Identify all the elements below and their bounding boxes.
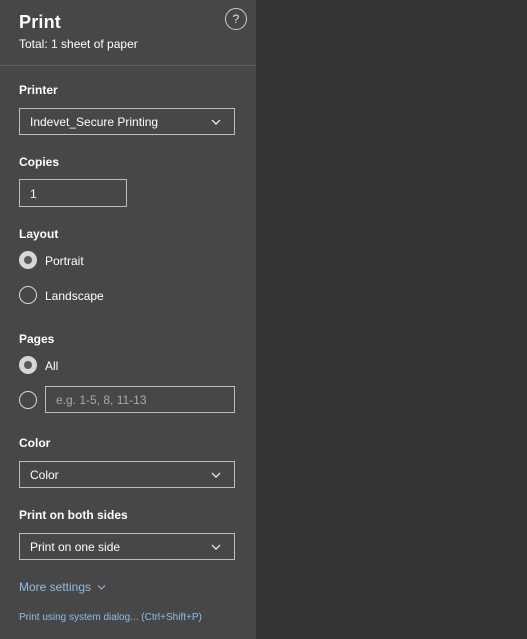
copies-value: 1 <box>30 187 37 201</box>
pages-all-radio[interactable] <box>19 356 37 374</box>
page-title: Print <box>19 12 62 32</box>
printer-value: Indevet_Secure Printing <box>30 115 159 129</box>
print-preview-area <box>256 0 527 639</box>
duplex-select[interactable]: Print on one side <box>19 533 235 560</box>
printer-label: Printer <box>19 83 58 97</box>
system-dialog-link[interactable]: Print using system dialog... (Ctrl+Shift… <box>19 612 202 623</box>
color-select[interactable]: Color <box>19 461 235 488</box>
divider <box>0 65 256 66</box>
layout-label: Layout <box>19 227 59 241</box>
sheet-count: Total: 1 sheet of paper <box>19 37 138 51</box>
chevron-down-icon <box>211 472 221 478</box>
pages-custom-radio[interactable] <box>19 391 37 409</box>
printer-select[interactable]: Indevet_Secure Printing <box>19 108 235 135</box>
chevron-down-icon <box>211 119 221 125</box>
print-settings-panel: Print Total: 1 sheet of paper ? Printer … <box>0 0 256 639</box>
color-label: Color <box>19 436 51 450</box>
color-value: Color <box>30 468 59 482</box>
duplex-value: Print on one side <box>30 540 121 554</box>
pages-all-label: All <box>45 359 59 373</box>
portrait-label: Portrait <box>45 254 84 268</box>
page-range-placeholder: e.g. 1-5, 8, 11-13 <box>56 393 147 407</box>
pages-label: Pages <box>19 332 55 346</box>
chevron-down-icon[interactable] <box>97 584 106 591</box>
help-icon[interactable]: ? <box>225 8 247 30</box>
landscape-label: Landscape <box>45 289 104 303</box>
copies-label: Copies <box>19 155 60 169</box>
copies-input[interactable]: 1 <box>19 179 127 207</box>
page-range-input[interactable]: e.g. 1-5, 8, 11-13 <box>45 386 235 413</box>
duplex-label: Print on both sides <box>19 508 128 522</box>
chevron-down-icon <box>211 544 221 550</box>
landscape-radio[interactable] <box>19 286 37 304</box>
portrait-radio[interactable] <box>19 251 37 269</box>
more-settings-link[interactable]: More settings <box>19 580 91 594</box>
